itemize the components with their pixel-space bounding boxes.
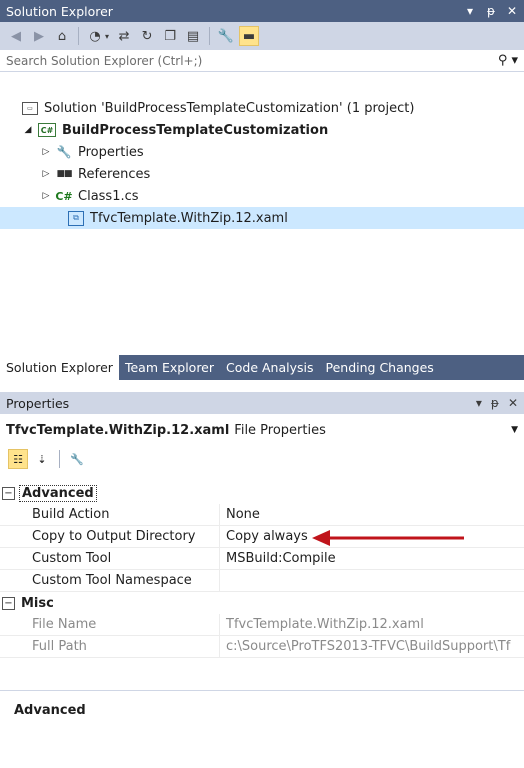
- property-row-build-action[interactable]: Build Action None: [0, 504, 524, 526]
- object-selector[interactable]: TfvcTemplate.WithZip.12.xaml File Proper…: [0, 418, 524, 442]
- object-type: File Properties: [234, 422, 326, 438]
- tree-item-xaml-file[interactable]: ⧉ TfvcTemplate.WithZip.12.xaml: [0, 207, 524, 229]
- category-label: Misc: [21, 595, 54, 611]
- property-name: Copy to Output Directory: [0, 526, 220, 547]
- tree-item-label: TfvcTemplate.WithZip.12.xaml: [90, 210, 288, 226]
- property-row-custom-tool-namespace[interactable]: Custom Tool Namespace: [0, 570, 524, 592]
- refresh-icon[interactable]: ↻: [137, 26, 157, 46]
- property-pages-wrench-icon[interactable]: 🔧: [67, 449, 87, 469]
- tree-item-properties[interactable]: ▷ 🔧 Properties: [0, 141, 524, 163]
- search-box[interactable]: Search Solution Explorer (Ctrl+;) ⚲ ▾: [0, 50, 524, 72]
- tree-item-label: Properties: [78, 144, 144, 160]
- tree-item-label: Solution 'BuildProcessTemplateCustomizat…: [44, 100, 415, 116]
- property-name: File Name: [0, 614, 220, 635]
- chevron-down-icon[interactable]: ▼: [511, 425, 524, 435]
- tree-item-label: BuildProcessTemplateCustomization: [62, 122, 329, 138]
- toolbar-separator: [78, 27, 79, 45]
- references-icon: ■■: [56, 169, 72, 179]
- property-row-file-name[interactable]: File Name TfvcTemplate.WithZip.12.xaml: [0, 614, 524, 636]
- property-value[interactable]: [220, 570, 524, 591]
- object-name: TfvcTemplate.WithZip.12.xaml: [6, 422, 230, 438]
- category-advanced[interactable]: − Advanced: [0, 482, 524, 504]
- property-name: Full Path: [0, 636, 220, 657]
- property-name: Custom Tool: [0, 548, 220, 569]
- wrench-icon: 🔧: [56, 145, 72, 159]
- tree-item-solution[interactable]: ▭ Solution 'BuildProcessTemplateCustomiz…: [0, 97, 524, 119]
- solution-icon: ▭: [22, 101, 38, 115]
- tree-item-project[interactable]: ◢ C# BuildProcessTemplateCustomization: [0, 119, 524, 141]
- property-name: Custom Tool Namespace: [0, 570, 220, 591]
- window-position-dropdown-icon[interactable]: ▾: [476, 396, 482, 410]
- collapsed-arrow-icon[interactable]: ▷: [40, 147, 52, 157]
- tool-window-tabs: Solution Explorer Team Explorer Code Ana…: [0, 355, 524, 380]
- close-icon[interactable]: ✕: [506, 4, 518, 18]
- property-row-custom-tool[interactable]: Custom Tool MSBuild:Compile: [0, 548, 524, 570]
- tab-team-explorer[interactable]: Team Explorer: [119, 355, 220, 380]
- pin-icon[interactable]: ᵽ: [491, 396, 499, 410]
- property-value[interactable]: MSBuild:Compile: [220, 548, 524, 569]
- category-misc[interactable]: − Misc: [0, 592, 524, 614]
- close-icon[interactable]: ✕: [508, 396, 518, 410]
- chevron-down-icon[interactable]: ▾: [105, 32, 109, 41]
- property-row-full-path[interactable]: Full Path c:\Source\ProTFS2013-TFVC\Buil…: [0, 636, 524, 658]
- property-value[interactable]: None: [220, 504, 524, 525]
- collapse-all-icon[interactable]: ❐: [160, 26, 180, 46]
- property-grid: − Advanced Build Action None Copy to Out…: [0, 482, 524, 658]
- description-pane: Advanced: [0, 690, 524, 768]
- home-icon[interactable]: ⌂: [52, 26, 72, 46]
- toolbar-separator: [209, 27, 211, 45]
- search-input[interactable]: Search Solution Explorer (Ctrl+;): [6, 54, 498, 68]
- annotation-arrow-icon: [312, 530, 464, 546]
- collapse-toggle-icon[interactable]: −: [2, 596, 15, 610]
- category-label: Advanced: [19, 484, 97, 502]
- xaml-file-icon: ⧉: [68, 210, 84, 226]
- property-name: Build Action: [0, 504, 220, 525]
- sync-with-active-document-icon[interactable]: ⇄: [114, 26, 134, 46]
- properties-title: Properties: [6, 395, 70, 411]
- pending-changes-filter-icon[interactable]: ◔: [85, 26, 105, 46]
- properties-toolbar: ☷ ⇣ 🔧: [0, 446, 524, 472]
- solution-tree: ▭ Solution 'BuildProcessTemplateCustomiz…: [0, 97, 524, 229]
- tree-item-label: Class1.cs: [78, 188, 139, 204]
- tree-item-label: References: [78, 166, 151, 182]
- expanded-arrow-icon[interactable]: ◢: [22, 125, 34, 135]
- collapsed-arrow-icon[interactable]: ▷: [40, 191, 52, 201]
- toolbar-separator: [59, 450, 60, 468]
- description-title: Advanced: [14, 703, 86, 718]
- categorized-icon[interactable]: ☷: [8, 449, 28, 469]
- tree-item-class1[interactable]: ▷ C# Class1.cs: [0, 185, 524, 207]
- csharp-project-icon: C#: [38, 123, 56, 137]
- preview-selected-items-icon[interactable]: ▬: [239, 26, 260, 46]
- show-all-files-icon[interactable]: ▤: [183, 26, 203, 46]
- collapse-toggle-icon[interactable]: −: [2, 486, 15, 500]
- solution-explorer-toolbar: ◀ ▶ ⌂ ◔ ▾ ⇄ ↻ ❐ ▤ 🔧 ▬: [0, 22, 524, 50]
- tab-code-analysis[interactable]: Code Analysis: [220, 355, 319, 380]
- property-value: TfvcTemplate.WithZip.12.xaml: [226, 617, 424, 632]
- properties-wrench-icon[interactable]: 🔧: [216, 26, 236, 46]
- forward-icon[interactable]: ▶: [29, 26, 49, 46]
- pin-icon[interactable]: ᵽ: [485, 4, 497, 18]
- back-icon[interactable]: ◀: [6, 26, 26, 46]
- tab-solution-explorer[interactable]: Solution Explorer: [0, 355, 119, 380]
- window-position-dropdown-icon[interactable]: ▾: [464, 4, 476, 18]
- properties-title-bar: Properties ▾ ᵽ ✕: [0, 392, 524, 414]
- property-value: c:\Source\ProTFS2013-TFVC\BuildSupport\T…: [226, 639, 511, 654]
- solution-explorer-title: Solution Explorer: [6, 3, 113, 19]
- alphabetical-sort-icon[interactable]: ⇣: [32, 449, 52, 469]
- tab-pending-changes[interactable]: Pending Changes: [320, 355, 440, 380]
- collapsed-arrow-icon[interactable]: ▷: [40, 169, 52, 179]
- csharp-file-icon: C#: [55, 189, 73, 203]
- search-icon[interactable]: ⚲ ▾: [498, 53, 524, 68]
- tree-item-references[interactable]: ▷ ■■ References: [0, 163, 524, 185]
- solution-explorer-title-bar: Solution Explorer ▾ ᵽ ✕: [0, 0, 524, 22]
